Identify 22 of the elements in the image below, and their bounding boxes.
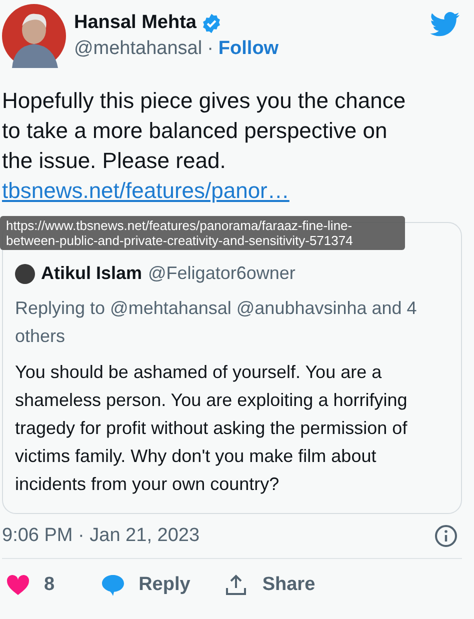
quoted-author-handle: @Feligator6owner: [148, 263, 296, 284]
quoted-author-name: Atikul Islam: [41, 263, 142, 284]
bird-logo-icon[interactable]: [430, 12, 460, 37]
author-handle[interactable]: @mehtahansal: [74, 38, 202, 60]
info-icon[interactable]: [434, 524, 458, 548]
speech-bubble-icon: [100, 573, 125, 597]
quoted-avatar: [15, 264, 35, 284]
link-tooltip: https://www.tbsnews.net/features/panorama/faraaz-fine-line-between-public-and-private-creativity-and-sensitivity-571374: [0, 216, 405, 250]
replying-to-text: Replying to @mehtahansal @anubhavsinha and 4 others: [15, 297, 418, 348]
author-name[interactable]: Hansal Mehta: [74, 12, 196, 34]
separator: ·: [207, 38, 214, 60]
article-link[interactable]: tbsnews.net/features/panor…: [2, 176, 474, 206]
reply-button[interactable]: Reply: [96, 569, 194, 601]
quoted-tweet-text: You should be ashamed of yourself. You are a shameless person. You are exploiting a horrifying tragedy for profit without asking the permission of victims family. Why don't you make film about incidents from your own country?: [15, 361, 408, 496]
heart-icon: [6, 573, 30, 597]
follow-link[interactable]: Follow: [218, 38, 279, 60]
tweet-text: Hopefully this piece gives you the chance to take a more balanced perspective on the issue. Please read.: [2, 87, 407, 175]
share-icon: [224, 573, 248, 597]
share-button[interactable]: Share: [220, 569, 320, 601]
like-button[interactable]: 8: [2, 569, 71, 601]
timestamp[interactable]: 9:06 PM · Jan 21, 2023: [2, 525, 200, 547]
avatar[interactable]: [2, 4, 66, 68]
